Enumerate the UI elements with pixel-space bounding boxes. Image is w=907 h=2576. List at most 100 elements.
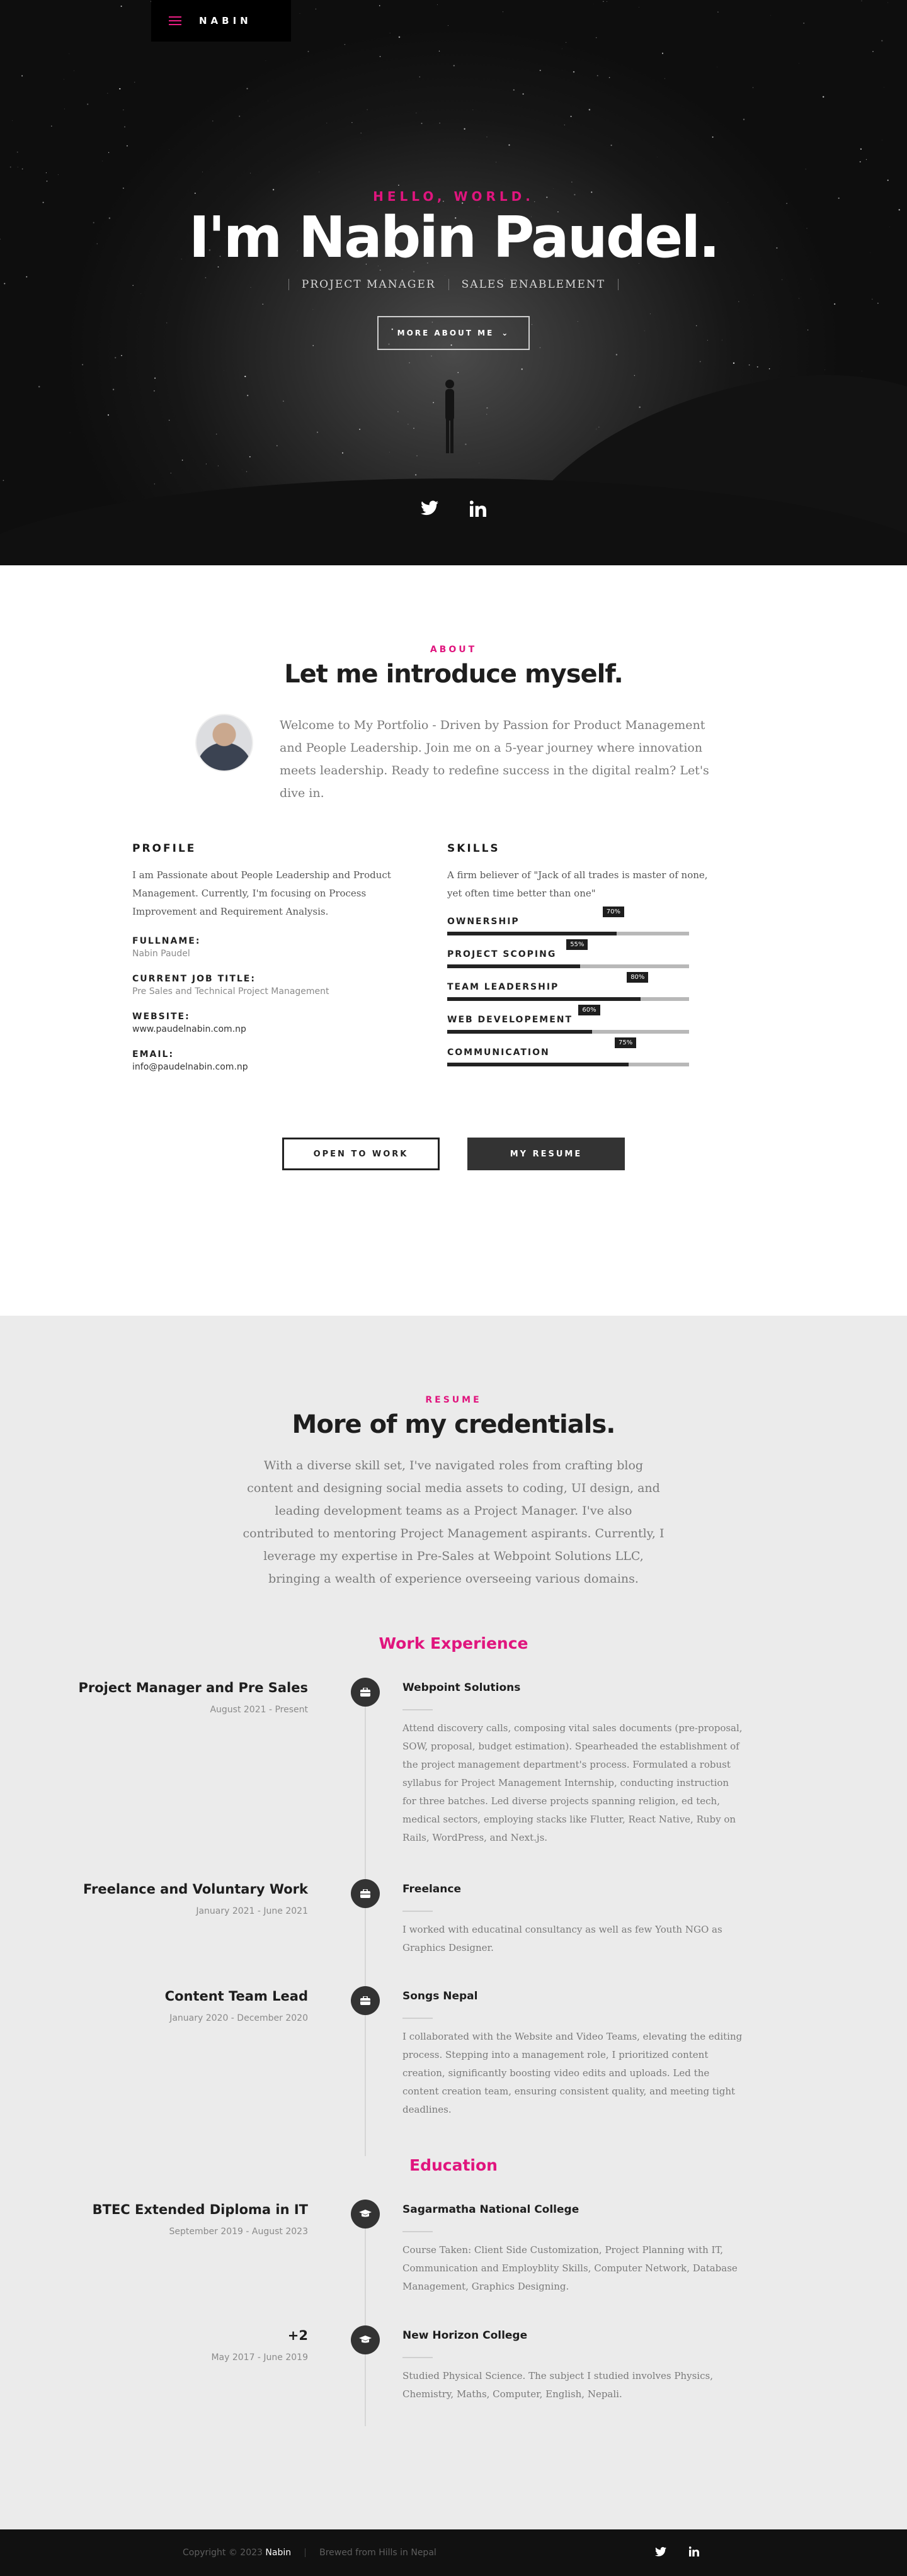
timeline-org: New Horizon College (402, 2329, 528, 2342)
twitter-icon[interactable] (421, 500, 438, 521)
section-title: More of my credentials. (292, 1410, 616, 1439)
field-key: WEBSITE: (132, 1012, 190, 1022)
profile-text: I am Passionate about People Leadership … (132, 869, 391, 917)
work-experience-title: Work Experience (379, 1634, 528, 1652)
skill-name: COMMUNICATION (447, 1048, 550, 1058)
timeline-item: BTEC Extended Diploma in IT September 201… (0, 2200, 907, 2292)
field-key: CURRENT JOB TITLE: (132, 974, 256, 984)
hero-greeting: HELLO, WORLD. (373, 189, 534, 204)
skills-text: A firm believer of "Jack of all trades i… (447, 869, 708, 899)
work-timeline: Project Manager and Pre Sales August 2021… (0, 1678, 907, 2156)
role-item: PROJECT MANAGER (301, 278, 436, 291)
hero-section: NABIN HELLO, WORLD. I'm Nabin Paudel. PR… (0, 0, 907, 565)
about-section: ABOUT Let me introduce myself. Welcome t… (0, 565, 907, 1316)
timeline-date: January 2021 - June 2021 (196, 1906, 308, 1916)
profile-column: PROFILE I am Passionate about People Lea… (132, 842, 409, 1072)
timeline-date: January 2020 - December 2020 (169, 2013, 308, 2023)
timeline-right: Freelance I worked with educatinal consul… (402, 1879, 743, 1957)
site-logo[interactable]: NABIN (199, 15, 252, 26)
avatar (195, 714, 253, 772)
linkedin-icon[interactable] (469, 500, 486, 521)
resume-intro: With a diverse skill set, I've navigated… (242, 1459, 665, 1586)
resume-section: RESUME More of my credentials. With a di… (0, 1316, 907, 2529)
skill-percent-badge: 60% (578, 1005, 600, 1015)
timeline-description: Attend discovery calls, composing vital … (402, 1722, 743, 1843)
timeline-left: BTEC Extended Diploma in IT September 201… (0, 2200, 308, 2240)
timeline-date: May 2017 - June 2019 (211, 2353, 308, 2363)
website-link[interactable]: www.paudelnabin.com.np (132, 1024, 409, 1034)
divider (402, 2018, 433, 2019)
field-key: FULLNAME: (132, 936, 201, 946)
timeline-item: +2 May 2017 - June 2019 New Horizon Colleg… (0, 2325, 907, 2400)
my-resume-button[interactable]: MY RESUME (467, 1138, 625, 1170)
about-buttons: OPEN TO WORK MY RESUME (0, 1138, 907, 1170)
timeline-date: September 2019 - August 2023 (169, 2227, 309, 2237)
timeline-right: New Horizon College Studied Physical Scie… (402, 2325, 743, 2404)
profile-field-website: WEBSITE: www.paudelnabin.com.np (132, 1012, 409, 1034)
timeline-role: Content Team Lead (164, 1989, 308, 2004)
skill-fill (447, 997, 641, 1001)
open-to-work-button[interactable]: OPEN TO WORK (282, 1138, 440, 1170)
skill-item: TEAM LEADERSHIP 80% (447, 972, 689, 1001)
site-header: NABIN (151, 0, 291, 42)
briefcase-icon (351, 1678, 380, 1707)
profile-field-job-title: CURRENT JOB TITLE: Pre Sales and Technic… (132, 974, 409, 997)
briefcase-icon (351, 1879, 380, 1908)
site-footer: Copyright © 2023 Nabin Brewed from Hills… (0, 2529, 907, 2576)
skill-track (447, 1063, 689, 1066)
skill-percent-badge: 70% (602, 907, 625, 917)
hero-content: HELLO, WORLD. I'm Nabin Paudel. PROJECT … (0, 189, 907, 350)
timeline-right: Songs Nepal I collaborated with the Websi… (402, 1986, 743, 2119)
person-silhouette (445, 380, 454, 453)
footer-social-links (655, 2546, 699, 2560)
skill-percent-badge: 55% (566, 939, 588, 950)
menu-icon[interactable] (169, 16, 181, 25)
skill-item: OWNERSHIP 70% (447, 907, 689, 935)
divider (402, 1911, 433, 1912)
skill-fill (447, 964, 581, 968)
skill-fill (447, 1030, 593, 1034)
timeline-left: +2 May 2017 - June 2019 (0, 2325, 308, 2366)
section-label: RESUME (425, 1395, 482, 1405)
timeline-left: Freelance and Voluntary Work January 2021… (0, 1879, 308, 1919)
skill-fill (447, 932, 617, 935)
hero-roles: PROJECT MANAGER SALES ENABLEMENT (0, 278, 907, 291)
footer-brand[interactable]: Nabin (265, 2548, 291, 2558)
timeline-right: Webpoint Solutions Attend discovery calls… (402, 1678, 743, 1847)
skill-track (447, 964, 689, 968)
skill-name: OWNERSHIP (447, 917, 520, 927)
skill-name: TEAM LEADERSHIP (447, 982, 559, 992)
hero-title: I'm Nabin Paudel. (188, 205, 721, 271)
linkedin-icon[interactable] (688, 2546, 699, 2560)
section-title: Let me introduce myself. (284, 660, 624, 689)
email-link[interactable]: info@paudelnabin.com.np (132, 1062, 409, 1072)
about-intro: Welcome to My Portfolio - Driven by Pass… (195, 714, 712, 805)
footer-tagline: Brewed from Hills in Nepal (319, 2548, 436, 2558)
skill-item: PROJECT SCOPING 55% (447, 939, 689, 968)
divider (288, 279, 289, 290)
timeline-role: +2 (287, 2328, 308, 2343)
copyright-text: Copyright © 2023 (183, 2548, 263, 2558)
timeline-description: Course Taken: Client Side Customization,… (402, 2244, 738, 2292)
divider (618, 279, 619, 290)
timeline-description: I worked with educatinal consultancy as … (402, 1924, 722, 1953)
profile-heading: PROFILE (132, 842, 197, 855)
about-columns: PROFILE I am Passionate about People Lea… (132, 842, 775, 1072)
timeline-item: Project Manager and Pre Sales August 2021… (0, 1678, 907, 1843)
timeline-role: BTEC Extended Diploma in IT (92, 2202, 308, 2217)
graduation-cap-icon (351, 2200, 380, 2229)
education-title: Education (409, 2156, 498, 2174)
timeline-role: Project Manager and Pre Sales (78, 1680, 308, 1695)
field-value: Nabin Paudel (132, 949, 190, 959)
skill-percent-badge: 80% (627, 972, 649, 983)
role-item: SALES ENABLEMENT (461, 278, 606, 291)
skill-track (447, 932, 689, 935)
timeline-left: Content Team Lead January 2020 - December… (0, 1986, 308, 2026)
timeline-role: Freelance and Voluntary Work (83, 1882, 308, 1897)
timeline-org: Songs Nepal (402, 1990, 478, 2003)
section-label: ABOUT (430, 645, 477, 655)
twitter-icon[interactable] (655, 2546, 666, 2560)
skill-item: WEB DEVELOPEMENT 60% (447, 1005, 689, 1034)
more-about-me-label: MORE ABOUT ME (397, 329, 494, 337)
more-about-me-button[interactable]: MORE ABOUT ME ⌄ (377, 316, 530, 350)
